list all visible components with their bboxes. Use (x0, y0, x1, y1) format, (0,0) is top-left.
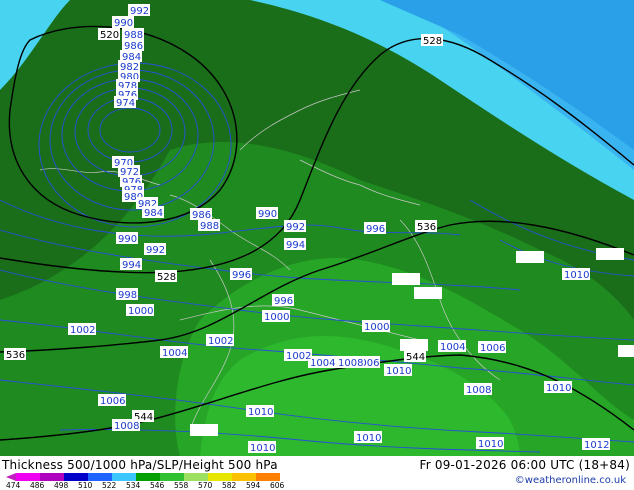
pressure-label: 988 (200, 221, 219, 232)
legend-tick-label: 534 (126, 481, 141, 490)
legend-swatch (136, 473, 160, 481)
legend-tick-label: 558 (174, 481, 189, 490)
pressure-label: 1010 (564, 270, 589, 281)
pressure-label: 1010 (478, 439, 503, 450)
legend-tick-label: 582 (222, 481, 237, 490)
legend-swatch (160, 473, 184, 481)
pressure-label: 1006 (480, 343, 505, 354)
pressure-label: 1010 (546, 383, 571, 394)
legend-tick-label: 474 (6, 481, 21, 490)
pressure-label: 1006 (100, 396, 125, 407)
legend-tick-label: 486 (30, 481, 45, 490)
height-label: 528 (157, 272, 176, 283)
pressure-label: 984 (144, 208, 163, 219)
legend-swatch (112, 473, 136, 481)
weather-map: 520 528 528 536 536 544 544 992 990 988 … (0, 0, 634, 456)
pressure-label: 1002 (286, 351, 311, 362)
pressure-label: 990 (258, 209, 277, 220)
pressure-label: 996 (274, 296, 293, 307)
height-label: 544 (406, 352, 425, 363)
pressure-label: 992 (130, 6, 149, 17)
legend-tick-label: 546 (150, 481, 165, 490)
pressure-label: 994 (286, 240, 305, 251)
pressure-label: 974 (116, 98, 135, 109)
legend-tick-label: 606 (270, 481, 285, 490)
pressure-label: 1004 (162, 348, 187, 359)
legend-swatch (64, 473, 88, 481)
legend-tick-label: 570 (198, 481, 213, 490)
pressure-label: 1000 (264, 312, 289, 323)
pressure-label: 996 (232, 270, 251, 281)
pressure-label: 990 (114, 18, 133, 29)
pressure-label: 1002 (208, 336, 233, 347)
legend-swatch (88, 473, 112, 481)
legend-bar (16, 473, 280, 481)
color-legend: 474 486 498 510 522 534 546 558 570 582 594 606 (6, 473, 306, 490)
pressure-label: 1008 (114, 421, 139, 432)
pressure-label: 1008 (338, 358, 363, 369)
height-label: 520 (100, 30, 119, 41)
legend-tick-label: 510 (78, 481, 93, 490)
legend-tick-label: 522 (102, 481, 117, 490)
legend-swatch (40, 473, 64, 481)
legend-swatch (184, 473, 208, 481)
pressure-label: 1010 (356, 433, 381, 444)
pressure-label: 992 (286, 222, 305, 233)
height-label: 528 (423, 36, 442, 47)
legend-tick-label: 594 (246, 481, 261, 490)
height-label: 536 (6, 350, 25, 361)
valid-time: Fr 09-01-2026 06:00 UTC (18+84) (419, 458, 630, 472)
pressure-label: 992 (146, 245, 165, 256)
pressure-label: 1010 (250, 443, 275, 454)
legend-swatch (16, 473, 40, 481)
pressure-label: 998 (118, 290, 137, 301)
map-title: Thickness 500/1000 hPa/SLP/Height 500 hP… (2, 458, 278, 472)
pressure-label: 1002 (70, 325, 95, 336)
pressure-label: 1004 (440, 342, 465, 353)
pressure-label: 996 (366, 224, 385, 235)
pressure-label: 1004 (310, 358, 335, 369)
pressure-label: 1000 (128, 306, 153, 317)
pressure-label: 1000 (364, 322, 389, 333)
pressure-label: 1008 (466, 385, 491, 396)
legend-swatch (232, 473, 256, 481)
pressure-label: 994 (122, 260, 141, 271)
height-label: 536 (417, 222, 436, 233)
pressure-label: 1010 (248, 407, 273, 418)
footer: Thickness 500/1000 hPa/SLP/Height 500 hP… (0, 456, 634, 490)
pressure-label: 990 (118, 234, 137, 245)
legend-swatch (256, 473, 280, 481)
legend-swatch (208, 473, 232, 481)
map-canvas: 520 528 528 536 536 544 544 992 990 988 … (0, 0, 634, 456)
pressure-label: 1010 (386, 366, 411, 377)
pressure-label: 1012 (584, 440, 609, 451)
credit-link[interactable]: ©weatheronline.co.uk (515, 475, 626, 486)
legend-arrow-icon (6, 473, 16, 481)
legend-tick-label: 498 (54, 481, 69, 490)
